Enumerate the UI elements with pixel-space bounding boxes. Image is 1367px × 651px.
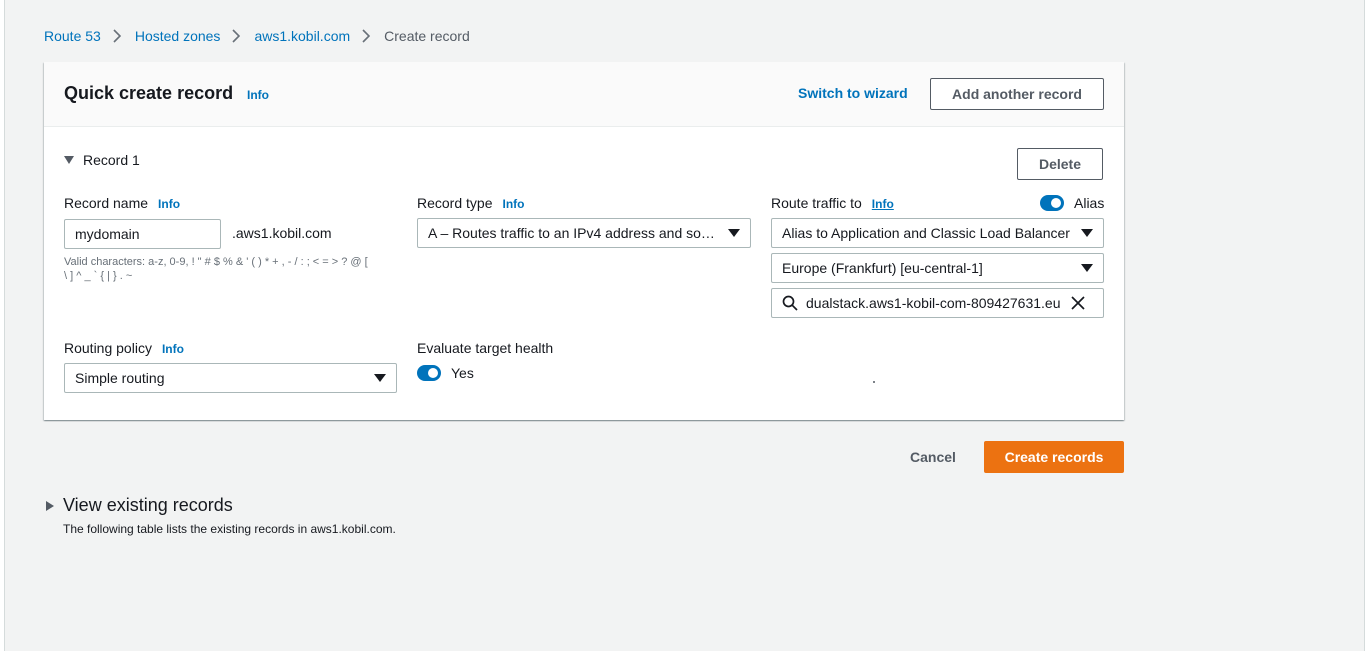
record-name-hint-line1: Valid characters: a-z, 0-9, ! " # $ % & … [64, 256, 368, 268]
routing-policy-label-group: Routing policy Info [64, 340, 184, 356]
breadcrumb-route53[interactable]: Route 53 [44, 28, 101, 44]
left-edge [0, 0, 5, 651]
route-traffic-label-group: Route traffic to Info [771, 195, 894, 211]
dropdown-arrow-icon [728, 229, 740, 237]
alias-toggle[interactable] [1040, 195, 1064, 211]
evaluate-health-label: Evaluate target health [417, 340, 554, 356]
dropdown-arrow-icon [1081, 264, 1093, 272]
endpoint-select[interactable]: Alias to Application and Classic Load Ba… [771, 218, 1104, 248]
breadcrumb-hosted-zones[interactable]: Hosted zones [135, 28, 221, 44]
load-balancer-value: dualstack.aws1-kobil-com-809427631.eu [806, 295, 1061, 311]
view-existing-records-title: View existing records [63, 495, 233, 515]
page-title: Quick create record [64, 83, 234, 103]
record-1-toggle[interactable]: Record 1 [64, 152, 140, 168]
breadcrumb: Route 53 Hosted zones aws1.kobil.com Cre… [44, 28, 470, 44]
chevron-right-icon [232, 29, 241, 43]
caret-right-icon [46, 500, 54, 511]
record-name-input[interactable]: mydomain [64, 219, 221, 249]
toggle-knob [428, 368, 438, 378]
stray-dot [873, 381, 875, 383]
dropdown-arrow-icon [1081, 229, 1093, 237]
alias-label: Alias [1074, 195, 1105, 211]
view-existing-records-toggle[interactable]: View existing records [46, 495, 233, 516]
breadcrumb-current: Create record [384, 28, 470, 44]
search-icon [782, 295, 798, 311]
cancel-button[interactable]: Cancel [910, 449, 956, 465]
region-select[interactable]: Europe (Frankfurt) [eu-central-1] [771, 253, 1104, 283]
record-name-hint: Valid characters: a-z, 0-9, ! " # $ % & … [64, 255, 368, 283]
create-records-button[interactable]: Create records [984, 441, 1124, 473]
record-name-hint-line2: \ ] ^ _ ` { | } . ~ [64, 270, 133, 282]
record-type-label: Record type [417, 195, 493, 211]
quick-create-panel: Quick create record Info Switch to wizar… [44, 62, 1124, 420]
panel-header: Quick create record Info Switch to wizar… [44, 62, 1124, 127]
toggle-knob [1051, 198, 1061, 208]
routing-policy-info-link[interactable]: Info [162, 342, 184, 356]
chevron-right-icon [362, 29, 371, 43]
close-icon[interactable] [1071, 296, 1093, 310]
evaluate-health-toggle[interactable] [417, 365, 441, 381]
dropdown-arrow-icon [374, 374, 386, 382]
routing-policy-select[interactable]: Simple routing [64, 363, 397, 393]
view-existing-records-description: The following table lists the existing r… [63, 522, 396, 536]
chevron-right-icon [113, 29, 121, 43]
record-1-label: Record 1 [83, 152, 140, 168]
record-type-label-group: Record type Info [417, 195, 524, 211]
record-name-value: mydomain [75, 226, 140, 242]
evaluate-health-value: Yes [451, 365, 474, 381]
record-name-info-link[interactable]: Info [158, 197, 180, 211]
routing-policy-value: Simple routing [75, 370, 165, 386]
route-traffic-info-link[interactable]: Info [872, 197, 894, 211]
record-type-select[interactable]: A – Routes traffic to an IPv4 address an… [417, 218, 751, 248]
record-type-info-link[interactable]: Info [502, 197, 524, 211]
routing-policy-label: Routing policy [64, 340, 152, 356]
record-name-suffix: .aws1.kobil.com [232, 225, 332, 241]
switch-to-wizard-link[interactable]: Switch to wizard [798, 85, 908, 101]
record-name-label: Record name [64, 195, 149, 211]
route-traffic-label: Route traffic to [771, 195, 862, 211]
evaluate-health-label-group: Evaluate target health [417, 340, 553, 356]
add-another-record-button[interactable]: Add another record [930, 78, 1104, 110]
record-type-value: A – Routes traffic to an IPv4 address an… [428, 225, 718, 241]
caret-down-icon [64, 156, 74, 164]
delete-record-button[interactable]: Delete [1017, 148, 1103, 180]
region-value: Europe (Frankfurt) [eu-central-1] [782, 260, 983, 276]
breadcrumb-hosted-zone[interactable]: aws1.kobil.com [254, 28, 350, 44]
title-info-link[interactable]: Info [247, 88, 269, 102]
endpoint-value: Alias to Application and Classic Load Ba… [782, 225, 1070, 241]
load-balancer-search-input[interactable]: dualstack.aws1-kobil-com-809427631.eu [771, 288, 1104, 318]
record-name-label-group: Record name Info [64, 195, 180, 211]
